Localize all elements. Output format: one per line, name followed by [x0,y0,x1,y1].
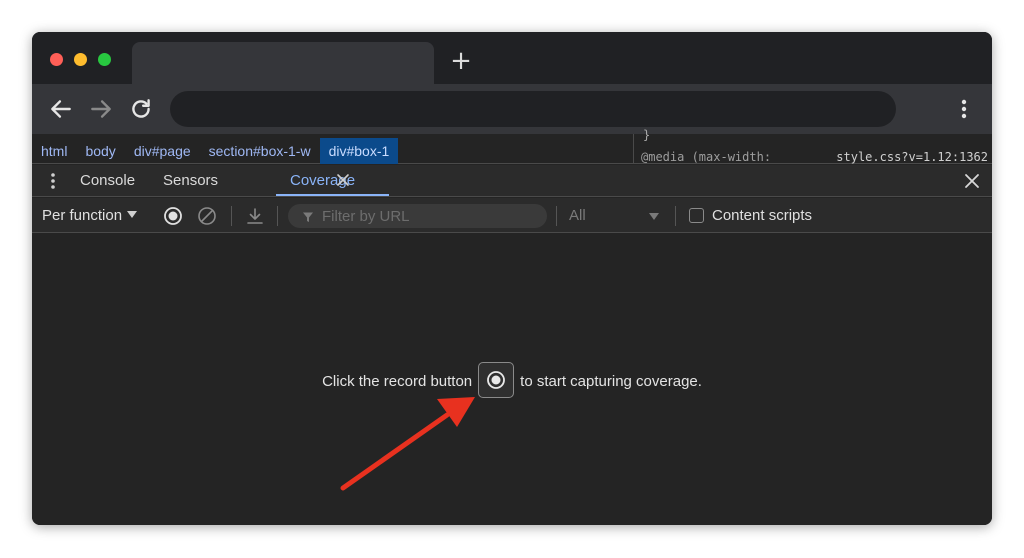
browser-window: + html body div#page section#box-1-w div… [32,32,992,525]
minimize-window-button[interactable] [74,53,87,66]
stylesheet-source-link[interactable]: style.css?v=1.12:1362 [836,150,988,164]
reload-icon [132,99,150,118]
empty-state-message: Click the record button to start capturin… [32,362,992,400]
coverage-toolbar: Per function All Content scripts [32,198,992,233]
kebab-icon [961,99,967,119]
record-icon [164,207,182,225]
close-icon [337,174,349,186]
media-query-text: @media (max-width: [641,150,772,164]
toolbar-divider [277,206,278,226]
url-filter-input[interactable] [322,204,537,228]
new-tab-button[interactable]: + [448,48,474,74]
toolbar-divider [556,206,557,226]
arrow-left-icon [51,100,71,118]
tab-console[interactable]: Console [80,165,135,196]
empty-state-text-after: to start capturing coverage. [520,373,702,390]
close-icon [965,174,979,188]
export-button[interactable] [245,206,265,226]
breadcrumb-item-div-page[interactable]: div#page [125,138,200,164]
clear-icon [198,207,216,225]
close-window-button[interactable] [50,53,63,66]
forward-button[interactable] [88,96,114,122]
toolbar-divider [231,206,232,226]
breadcrumb-item-section-box[interactable]: section#box-1-w [200,138,320,164]
tab-strip: + [32,32,992,84]
url-filter[interactable] [288,204,547,228]
maximize-window-button[interactable] [98,53,111,66]
elements-panel-footer: html body div#page section#box-1-w div#b… [32,128,992,164]
close-coverage-tab-button[interactable] [336,173,350,187]
resource-type-value: All [569,207,586,224]
reload-button[interactable] [128,96,154,122]
breadcrumb: html body div#page section#box-1-w div#b… [32,134,634,164]
address-bar[interactable] [170,91,896,127]
close-drawer-button[interactable] [964,173,980,189]
start-recording-button[interactable] [478,362,515,399]
styles-pane: } @media (max-width: style.css?v=1.12:13… [635,128,992,164]
resource-type-select[interactable]: All [569,198,661,233]
content-scripts-checkbox[interactable] [689,208,704,223]
record-toggle-button[interactable] [163,206,183,226]
clear-button[interactable] [197,206,217,226]
coverage-type-dropdown[interactable]: Per function [42,198,138,233]
caret-down-icon [649,213,659,220]
caret-down-icon [127,211,138,218]
kebab-icon [51,173,55,189]
content-scripts-label[interactable]: Content scripts [712,198,812,233]
tab-sensors[interactable]: Sensors [163,165,218,196]
arrow-right-icon [91,100,111,118]
breadcrumb-item-html[interactable]: html [32,138,76,164]
record-icon [487,371,506,389]
breadcrumb-item-body[interactable]: body [76,138,124,164]
empty-state-text-before: Click the record button [322,373,473,390]
toolbar-divider [675,206,676,226]
browser-tab[interactable] [132,42,434,84]
coverage-type-label: Per function [42,207,123,224]
back-button[interactable] [48,96,74,122]
drawer-menu-button[interactable] [46,172,60,190]
filter-icon [302,210,314,222]
browser-toolbar [32,84,992,134]
browser-menu-button[interactable] [954,96,974,122]
closing-brace: } [643,128,651,142]
drawer-tab-bar: Console Sensors Coverage [32,165,992,197]
tab-coverage[interactable]: Coverage [276,165,390,196]
breadcrumb-item-div-box-selected[interactable]: div#box-1 [319,138,399,164]
download-icon [247,208,263,224]
coverage-empty-view: Click the record button to start capturin… [32,234,992,525]
